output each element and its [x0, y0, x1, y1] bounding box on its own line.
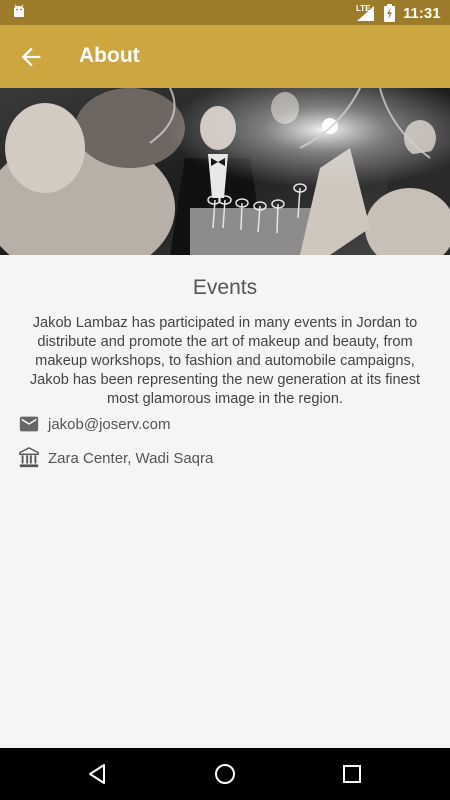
clock: 11:31: [403, 5, 441, 22]
about-content: Events Jakob Lambaz has participated in …: [0, 255, 450, 748]
battery-icon: [384, 4, 395, 22]
status-bar: LTE 11:31: [0, 0, 450, 25]
email-link[interactable]: jakob@joserv.com: [48, 416, 171, 433]
android-icon: [14, 4, 24, 17]
signal-icon: [357, 6, 374, 21]
bank-building-icon: [19, 447, 39, 468]
nav-home-icon[interactable]: [213, 762, 237, 786]
event-photo-graphic: [0, 88, 450, 255]
page-title: About: [79, 44, 140, 67]
event-photo: [0, 88, 450, 255]
nav-recents-icon[interactable]: [340, 762, 364, 786]
email-icon: [19, 416, 39, 432]
app-bar: About: [0, 25, 450, 88]
description-text: Jakob Lambaz has participated in many ev…: [29, 315, 421, 407]
nav-back-icon[interactable]: [86, 762, 110, 786]
arrow-back-icon[interactable]: [17, 43, 45, 71]
navigation-bar: [0, 748, 450, 800]
section-title: Events: [192, 276, 258, 299]
address-text[interactable]: Zara Center, Wadi Saqra: [48, 450, 213, 467]
